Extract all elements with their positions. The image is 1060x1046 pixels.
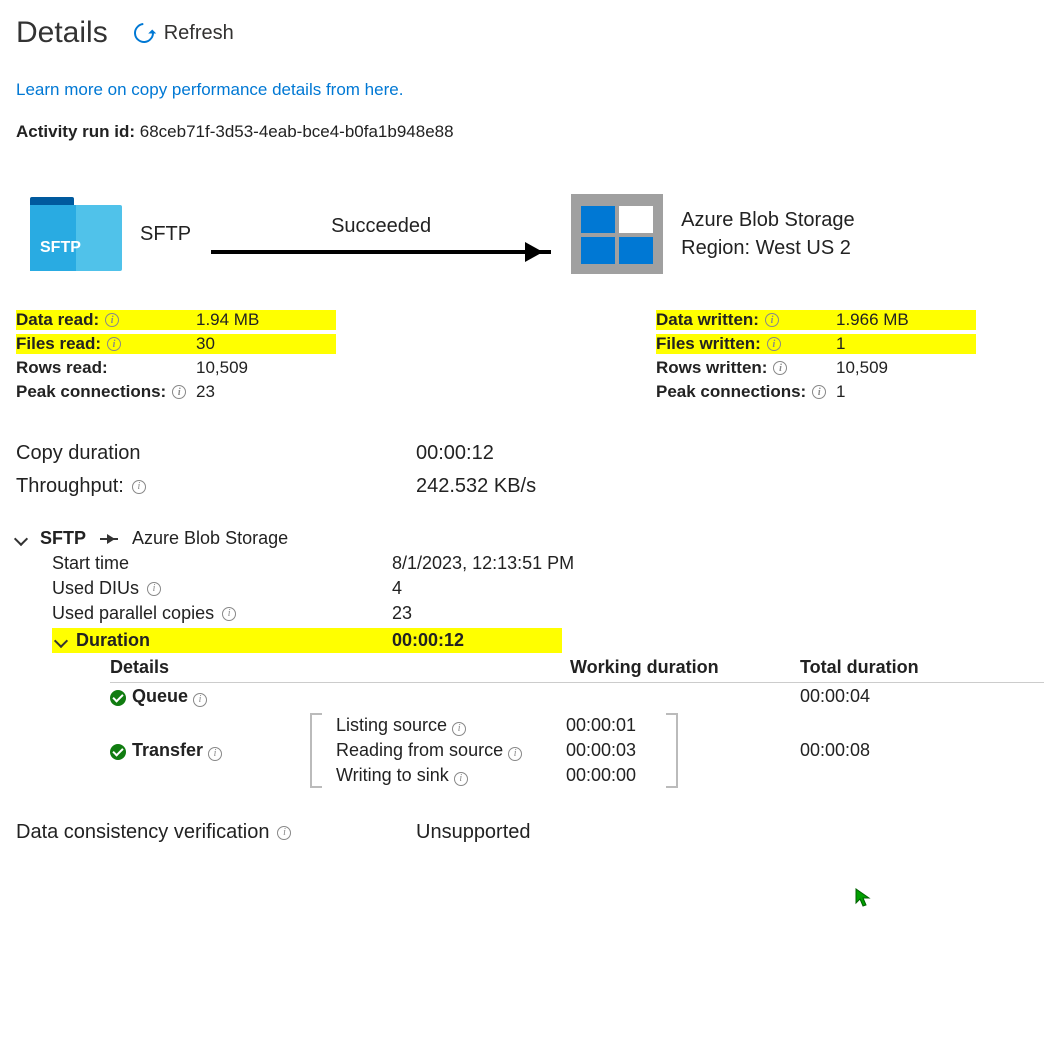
info-icon[interactable] <box>773 361 787 375</box>
refresh-button[interactable]: Refresh <box>134 22 234 45</box>
col-details: Details <box>110 657 310 678</box>
learn-more-link[interactable]: Learn more on copy performance details f… <box>16 80 403 99</box>
data-written-label: Data written: <box>656 310 836 330</box>
listing-source-value: 00:00:01 <box>566 715 656 736</box>
start-time-value: 8/1/2023, 12:13:51 PM <box>392 553 574 574</box>
chevron-down-icon <box>14 531 28 545</box>
copy-diagram: SFTP SFTP Succeeded Azure Blob Storage R… <box>30 194 1044 274</box>
dcv-label: Data consistency verification <box>16 821 416 844</box>
used-dius-value: 4 <box>392 578 402 599</box>
info-icon[interactable] <box>508 747 522 761</box>
reading-source-label: Reading from source <box>336 740 566 761</box>
page-title: Details <box>16 16 108 50</box>
files-read-value: 30 <box>196 334 336 354</box>
cursor-icon <box>855 888 871 912</box>
info-icon[interactable] <box>222 607 236 621</box>
writing-sink-value: 00:00:00 <box>566 765 656 786</box>
files-read-label: Files read: <box>16 334 196 354</box>
rows-written-label: Rows written: <box>656 358 836 378</box>
rows-read-label: Rows read: <box>16 358 196 378</box>
info-icon[interactable] <box>812 385 826 399</box>
sink-peak-conn-value: 1 <box>836 382 976 402</box>
throughput-value: 242.532 KB/s <box>416 475 536 498</box>
listing-source-label: Listing source <box>336 715 566 736</box>
info-icon[interactable] <box>452 722 466 736</box>
files-written-label: Files written: <box>656 334 836 354</box>
success-icon <box>110 744 126 760</box>
transfer-row-label: Transfer <box>110 740 310 761</box>
throughput-label: Throughput: <box>16 475 416 498</box>
activity-run-id-line: Activity run id: 68ceb71f-3d53-4eab-bce4… <box>16 122 1044 142</box>
info-icon[interactable] <box>765 313 779 327</box>
data-written-value: 1.966 MB <box>836 310 976 330</box>
data-read-label: Data read: <box>16 310 196 330</box>
duration-label: Duration <box>76 630 150 651</box>
copy-duration-label: Copy duration <box>16 442 416 465</box>
copy-duration-value: 00:00:12 <box>416 442 494 465</box>
info-icon[interactable] <box>208 747 222 761</box>
sink-name: Azure Blob Storage <box>681 206 854 234</box>
arrow-icon <box>211 250 551 254</box>
crumb-sink: Azure Blob Storage <box>132 528 288 549</box>
stage-expander[interactable]: SFTP Azure Blob Storage <box>16 528 1044 549</box>
rows-written-value: 10,509 <box>836 358 976 378</box>
info-icon[interactable] <box>147 582 161 596</box>
refresh-label: Refresh <box>164 22 234 45</box>
info-icon[interactable] <box>767 337 781 351</box>
bracket-right-icon <box>666 713 678 788</box>
sftp-icon-text: SFTP <box>40 239 81 257</box>
info-icon[interactable] <box>193 693 207 707</box>
info-icon[interactable] <box>454 772 468 786</box>
info-icon[interactable] <box>277 826 291 840</box>
data-read-value: 1.94 MB <box>196 310 336 330</box>
crumb-source: SFTP <box>40 528 86 549</box>
col-total: Total duration <box>800 657 1000 678</box>
info-icon[interactable] <box>172 385 186 399</box>
rows-read-value: 10,509 <box>196 358 336 378</box>
queue-total: 00:00:04 <box>800 686 1000 707</box>
used-parallel-value: 23 <box>392 603 412 624</box>
copy-status: Succeeded <box>331 215 431 238</box>
writing-sink-label: Writing to sink <box>336 765 566 786</box>
source-stats: Data read: 1.94 MB Files read: 30 Rows r… <box>16 310 336 402</box>
used-parallel-label: Used parallel copies <box>52 603 392 624</box>
info-icon[interactable] <box>107 337 121 351</box>
src-peak-conn-label: Peak connections: <box>16 382 196 402</box>
info-icon[interactable] <box>105 313 119 327</box>
sftp-icon: SFTP <box>30 197 122 271</box>
start-time-label: Start time <box>52 553 392 574</box>
duration-expander[interactable]: Duration 00:00:12 <box>52 628 562 653</box>
refresh-icon <box>130 19 158 47</box>
col-working: Working duration <box>570 657 800 678</box>
performance-block: Copy duration 00:00:12 Throughput: 242.5… <box>16 442 1044 498</box>
run-id-label: Activity run id: <box>16 122 135 141</box>
arrow-right-icon <box>100 538 118 540</box>
files-written-value: 1 <box>836 334 976 354</box>
dcv-value: Unsupported <box>416 821 531 844</box>
src-peak-conn-value: 23 <box>196 382 336 402</box>
success-icon <box>110 690 126 706</box>
source-name: SFTP <box>140 223 191 246</box>
bracket-left-icon <box>310 713 322 788</box>
chevron-down-icon <box>54 633 68 647</box>
queue-row-label: Queue <box>110 686 310 707</box>
blob-storage-icon <box>571 194 663 274</box>
duration-value: 00:00:12 <box>392 630 464 651</box>
transfer-total: 00:00:08 <box>800 740 1000 761</box>
sink-stats: Data written: 1.966 MB Files written: 1 … <box>656 310 976 402</box>
info-icon[interactable] <box>132 480 146 494</box>
reading-source-value: 00:00:03 <box>566 740 656 761</box>
sink-region: Region: West US 2 <box>681 234 854 262</box>
sink-peak-conn-label: Peak connections: <box>656 382 836 402</box>
used-dius-label: Used DIUs <box>52 578 392 599</box>
run-id-value: 68ceb71f-3d53-4eab-bce4-b0fa1b948e88 <box>140 122 454 141</box>
